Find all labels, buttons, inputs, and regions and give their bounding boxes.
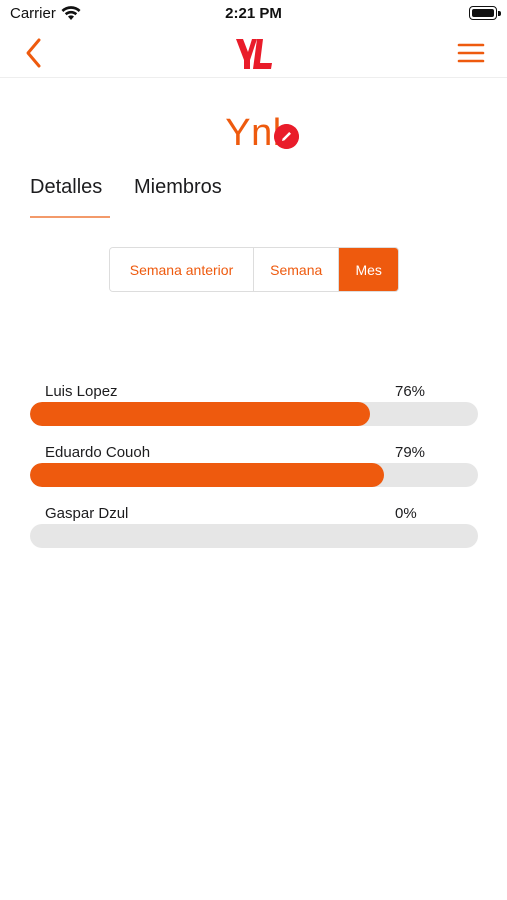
- member-row: Eduardo Couoh 79%: [30, 441, 478, 502]
- member-percent: 0%: [395, 505, 417, 522]
- member-percent: 76%: [395, 383, 426, 400]
- progress-fill: [30, 463, 384, 487]
- segment-month[interactable]: Mes: [339, 248, 398, 291]
- progress-track: [30, 402, 478, 426]
- segment-previous-week[interactable]: Semana anterior: [110, 248, 254, 291]
- active-tab-indicator: [30, 216, 110, 218]
- tab-detalles[interactable]: Detalles: [30, 176, 102, 199]
- progress-track: [30, 463, 478, 487]
- tab-miembros[interactable]: Miembros: [134, 176, 222, 199]
- member-percent: 79%: [395, 444, 426, 461]
- period-selector: Semana anterior Semana Mes: [109, 247, 399, 292]
- team-name: Ynl: [225, 112, 282, 154]
- menu-button[interactable]: [457, 41, 485, 65]
- hamburger-menu-icon: [457, 43, 485, 63]
- battery-icon: [469, 6, 501, 20]
- nav-bar: [0, 28, 507, 78]
- back-button[interactable]: [20, 36, 50, 70]
- status-bar: Carrier 2:21 PM: [0, 0, 507, 28]
- member-row: Luis Lopez 76%: [30, 380, 478, 441]
- member-progress-list: Luis Lopez 76% Eduardo Couoh 79% Gaspar …: [30, 380, 478, 563]
- member-name: Luis Lopez: [45, 383, 118, 400]
- progress-track: [30, 524, 478, 548]
- app-logo: [236, 39, 272, 69]
- member-row: Gaspar Dzul 0%: [30, 502, 478, 563]
- progress-fill: [30, 402, 371, 426]
- member-name: Eduardo Couoh: [45, 444, 151, 461]
- chevron-left-icon: [26, 38, 41, 68]
- clock: 2:21 PM: [225, 5, 282, 22]
- team-header: Ynl: [0, 112, 507, 162]
- member-name: Gaspar Dzul: [45, 505, 129, 522]
- segment-week[interactable]: Semana: [254, 248, 340, 291]
- edit-team-button[interactable]: [274, 124, 299, 149]
